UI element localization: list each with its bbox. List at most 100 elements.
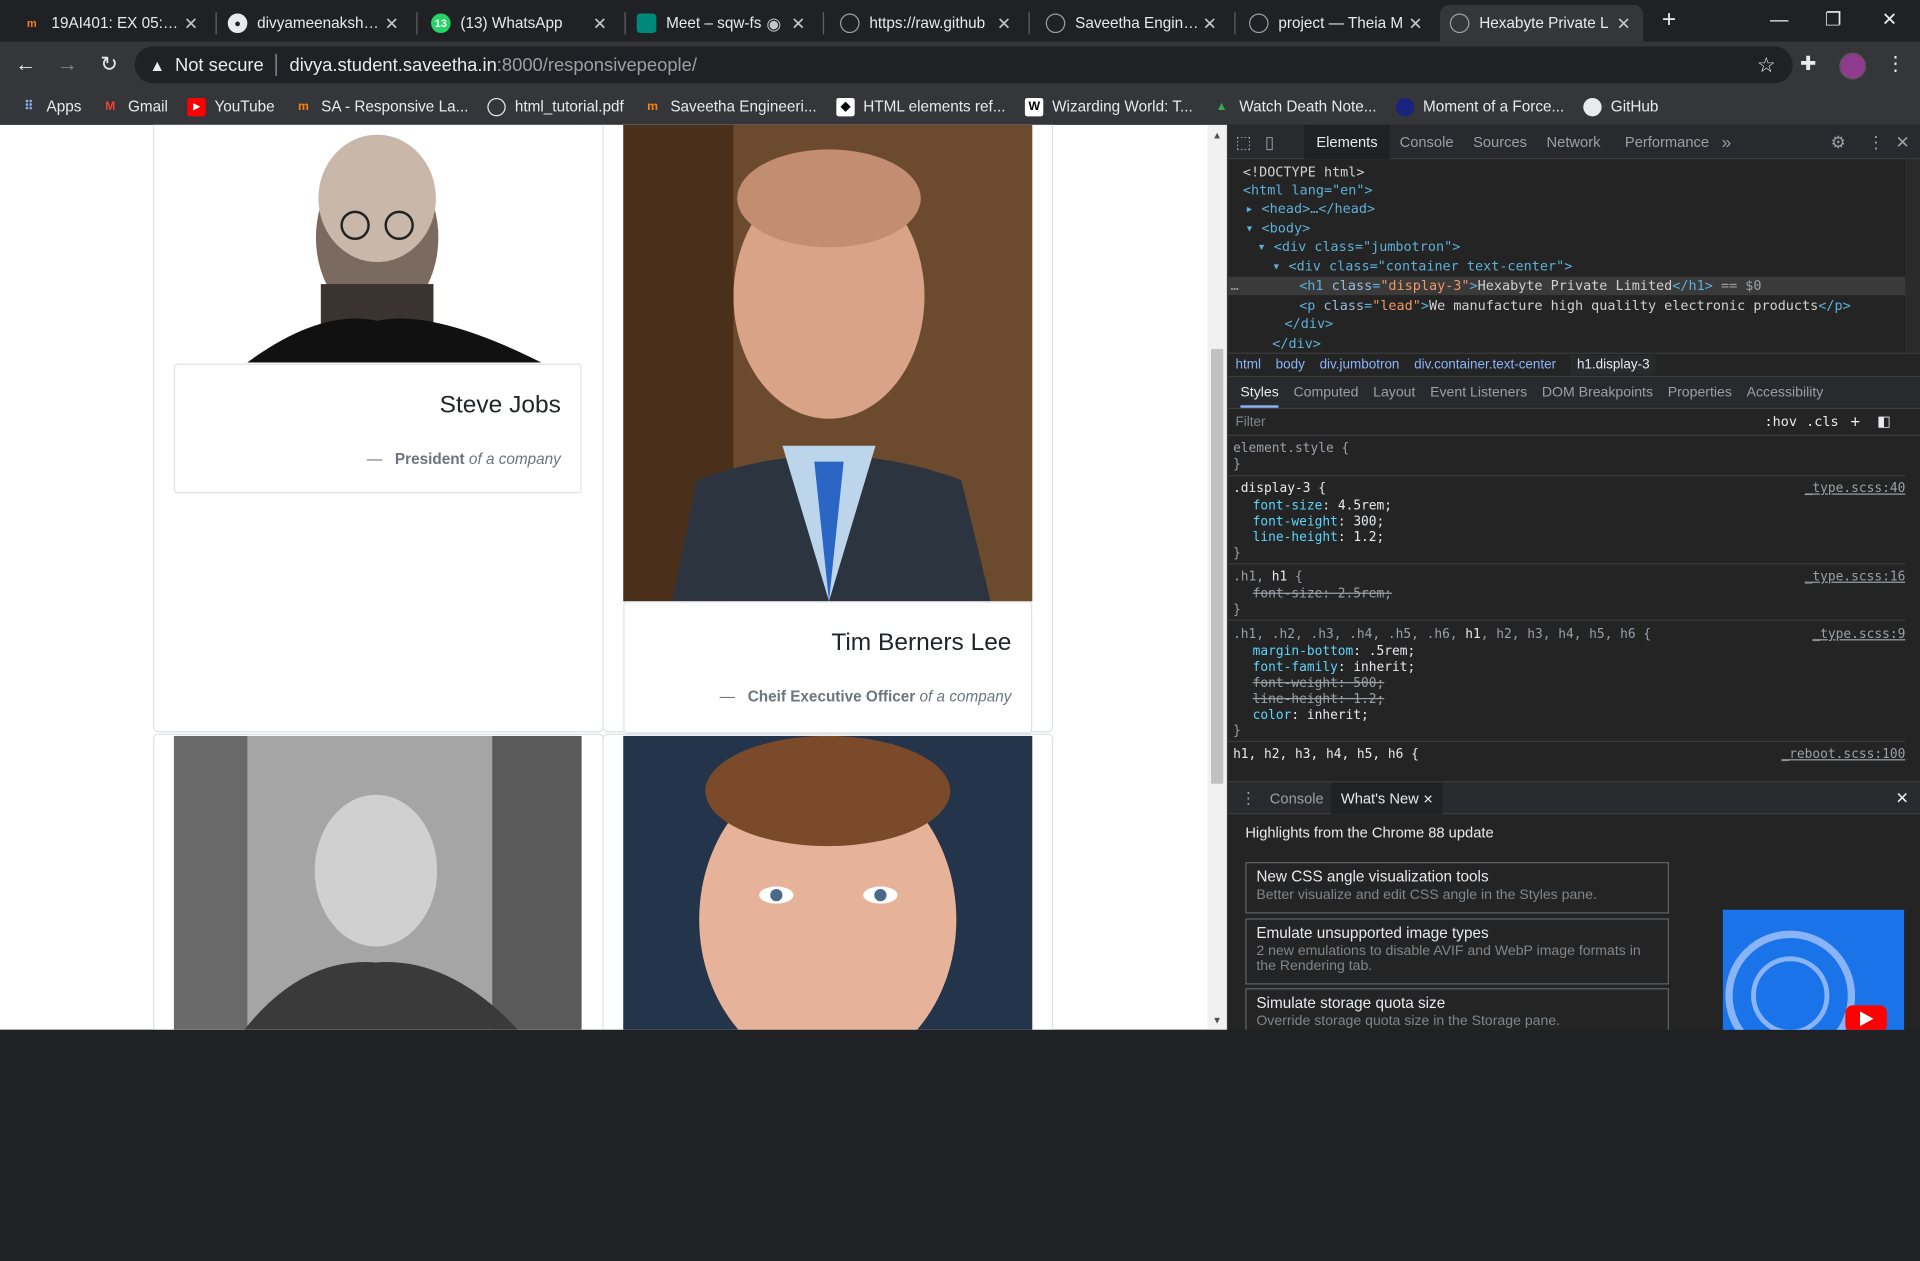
bookmark-github[interactable]: GitHub — [1583, 97, 1658, 116]
tab-3[interactable]: 13 (13) WhatsApp ✕ — [421, 5, 619, 42]
page-scrollbar[interactable]: ▲ ▼ — [1207, 124, 1227, 1030]
tab-network[interactable]: Network — [1547, 125, 1601, 159]
dom-node-h1-selected[interactable]: <h1 class="display-3">Hexabyte Private L… — [1299, 277, 1761, 296]
close-window-button[interactable]: ✕ — [1861, 0, 1917, 39]
bookmark-html-elements[interactable]: ◆ HTML elements ref... — [836, 97, 1006, 116]
bookmark-saveetha[interactable]: m Saveetha Engineeri... — [643, 97, 817, 115]
scrollbar-thumb[interactable] — [1211, 348, 1224, 784]
whats-new-video-thumbnail[interactable] — [1722, 909, 1905, 1030]
bookmark-apps[interactable]: ⠿ Apps — [20, 97, 81, 115]
reload-button[interactable]: ↻ — [96, 51, 123, 78]
styles-filter-input[interactable]: Filter — [1236, 415, 1266, 430]
close-icon[interactable]: ✕ — [1406, 13, 1426, 34]
scroll-up-icon[interactable]: ▲ — [1207, 125, 1227, 145]
styles-subtabs: Styles Computed Layout Event Listeners D… — [1228, 377, 1920, 409]
styles-rules: element.style { } .display-3 { _type.scs… — [1228, 436, 1906, 767]
settings-gear-icon[interactable]: ⚙ — [1831, 125, 1846, 159]
person-role: — Cheif Executive Officer of a company — [719, 688, 1012, 706]
bookmark-star-icon[interactable]: ☆ — [1757, 54, 1776, 78]
close-icon[interactable]: ✕ — [994, 13, 1014, 34]
back-button[interactable]: ← — [12, 51, 39, 78]
tab-console[interactable]: Console — [1400, 125, 1454, 159]
styles-filter-bar: Filter :hov .cls + ◧ — [1228, 409, 1920, 436]
bookmark-gmail[interactable]: M Gmail — [101, 97, 168, 115]
subtab-layout[interactable]: Layout — [1373, 385, 1415, 400]
drawer-menu-icon[interactable]: ⋮ — [1240, 789, 1256, 809]
inspect-element-icon[interactable]: ⬚ — [1236, 125, 1252, 159]
device-toolbar-icon[interactable]: ▯ — [1265, 125, 1274, 159]
close-icon[interactable]: ✕ — [181, 13, 201, 34]
warning-icon: ▲ — [149, 55, 166, 75]
github-icon — [1583, 97, 1603, 116]
breadcrumb-div-jumbotron[interactable]: div.jumbotron — [1320, 358, 1400, 373]
add-rule-icon[interactable]: + — [1850, 411, 1860, 431]
dom-scrollbar[interactable] — [1905, 159, 1920, 353]
minimize-button[interactable]: — — [1751, 0, 1807, 39]
tab-5[interactable]: https://raw.github ✕ — [830, 5, 1023, 42]
breadcrumb-body[interactable]: body — [1276, 358, 1305, 373]
scroll-down-icon[interactable]: ▼ — [1207, 1010, 1227, 1030]
bookmark-death-note[interactable]: ▲ Watch Death Note... — [1212, 97, 1376, 115]
bookmark-wizarding-world[interactable]: W Wizarding World: T... — [1025, 97, 1193, 116]
apps-grid-icon: ⠿ — [24, 99, 34, 114]
bookmark-html-tutorial[interactable]: html_tutorial.pdf — [487, 97, 624, 116]
drawer-tab-console[interactable]: Console — [1270, 790, 1324, 807]
tab-6[interactable]: Saveetha Engineer ✕ — [1036, 5, 1229, 42]
new-tab-button[interactable]: + — [1641, 0, 1697, 39]
github-icon: ● — [227, 13, 248, 34]
tab-performance[interactable]: Performance — [1625, 125, 1709, 159]
browser-window: m 19AI401: EX 05: De ✕ ● divyameenakshi2… — [0, 0, 1920, 1030]
close-devtools-icon[interactable]: ✕ — [1896, 125, 1910, 159]
hov-toggle[interactable]: :hov — [1765, 414, 1797, 430]
bookmark-moment-force[interactable]: Moment of a Force... — [1396, 97, 1564, 116]
close-icon[interactable]: ✕ — [590, 13, 610, 34]
dom-tree: <!DOCTYPE html> <html lang="en"> ▸ <head… — [1228, 159, 1906, 355]
avatar[interactable] — [1839, 52, 1867, 80]
extensions-icon[interactable]: ✚ — [1800, 51, 1816, 75]
bookmark-sa-responsive[interactable]: m SA - Responsive La... — [294, 97, 468, 115]
drawer-tab-whats-new[interactable]: What's New ✕ — [1331, 782, 1443, 815]
tab-8-active[interactable]: Hexabyte Private L ✕ — [1440, 4, 1644, 42]
tab-7[interactable]: project — Theia M ✕ — [1239, 5, 1435, 42]
subtab-event-listeners[interactable]: Event Listeners — [1430, 385, 1527, 400]
person-photo-4 — [623, 735, 1033, 1030]
toggle-sidebar-icon[interactable]: ◧ — [1877, 413, 1891, 430]
subtab-accessibility[interactable]: Accessibility — [1747, 385, 1824, 400]
address-bar[interactable]: ▲ Not secure divya.student.saveetha.in:8… — [134, 46, 1793, 84]
tab-1[interactable]: m 19AI401: EX 05: De ✕ — [12, 5, 210, 42]
globe-icon — [487, 97, 507, 116]
subtab-properties[interactable]: Properties — [1668, 385, 1732, 400]
breadcrumb-h1[interactable]: h1.display-3 — [1570, 355, 1656, 375]
tab-elements[interactable]: Elements — [1304, 124, 1390, 160]
close-drawer-icon[interactable]: ✕ — [1896, 789, 1909, 809]
whats-new-item[interactable]: Simulate storage quota size Override sto… — [1245, 988, 1669, 1030]
tab-2[interactable]: ● divyameenakshi24 ✕ — [218, 5, 411, 42]
tab-4[interactable]: Meet – sqw-fs ◉ ✕ — [627, 5, 818, 42]
source-link[interactable]: _type.scss:40 — [1805, 481, 1906, 497]
tab-sources[interactable]: Sources — [1473, 125, 1527, 159]
breadcrumb-div-container[interactable]: div.container.text-center — [1414, 358, 1556, 373]
devtools-drawer: ⋮ Console What's New ✕ ✕ Highlights from… — [1228, 781, 1920, 1030]
maximize-button[interactable]: ❐ — [1805, 0, 1861, 39]
close-icon[interactable]: ✕ — [1200, 13, 1220, 34]
close-icon[interactable]: ✕ — [382, 13, 402, 34]
whats-new-item[interactable]: New CSS angle visualization tools Better… — [1245, 862, 1669, 914]
forward-button[interactable]: → — [54, 51, 81, 78]
bookmark-youtube[interactable]: ▶ YouTube — [187, 97, 275, 116]
subtab-styles[interactable]: Styles — [1240, 378, 1279, 408]
anime-icon: ▲ — [1215, 99, 1228, 114]
menu-kebab-icon[interactable]: ⋮ — [1886, 51, 1906, 75]
breadcrumb-html[interactable]: html — [1236, 358, 1261, 373]
close-icon[interactable]: ✕ — [1614, 13, 1634, 34]
cls-toggle[interactable]: .cls — [1806, 414, 1838, 430]
more-tabs-chevron-icon[interactable]: » — [1722, 125, 1732, 159]
close-icon[interactable]: ✕ — [789, 13, 809, 34]
devtools-menu-icon[interactable]: ⋮ — [1867, 125, 1884, 159]
whats-new-item[interactable]: Emulate unsupported image types 2 new em… — [1245, 918, 1669, 985]
subtab-computed[interactable]: Computed — [1293, 385, 1358, 400]
source-link[interactable]: _type.scss:9 — [1812, 627, 1905, 643]
source-link[interactable]: _type.scss:16 — [1805, 569, 1906, 585]
subtab-dom-breakpoints[interactable]: DOM Breakpoints — [1542, 385, 1653, 400]
wizarding-icon: W — [1025, 97, 1044, 116]
source-link[interactable]: _reboot.scss:100 — [1781, 747, 1905, 763]
